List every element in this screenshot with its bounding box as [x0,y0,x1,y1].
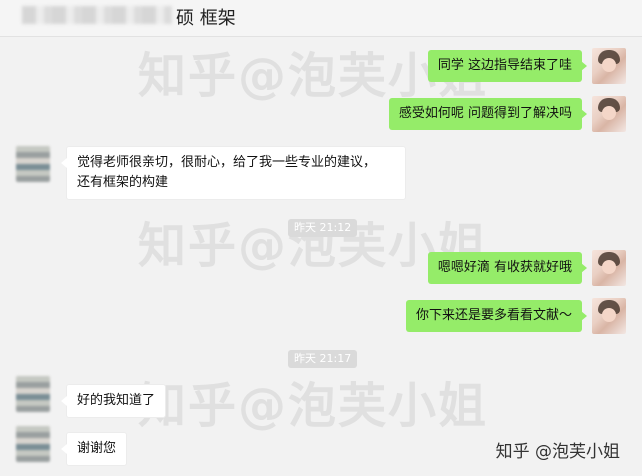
chat-header: 硕 框架 [0,0,642,37]
chat-title: 硕 框架 [176,8,236,29]
timestamp: 昨天 21:12 [288,219,358,237]
brand-watermark: 知乎 @泡芙小姐 [495,442,620,462]
my-avatar[interactable] [592,48,626,84]
my-avatar[interactable] [592,250,626,286]
watermark: 知乎@泡芙小姐 [138,378,489,434]
contact-avatar[interactable] [16,146,50,182]
contact-avatar[interactable] [16,426,50,462]
received-message-line: 觉得老师很亲切，很耐心，给了我一些专业的建议， [77,155,377,170]
timestamp: 昨天 21:17 [288,350,358,368]
my-avatar[interactable] [592,298,626,334]
received-message[interactable]: 觉得老师很亲切，很耐心，给了我一些专业的建议， 还有框架的构建 [61,146,406,200]
contact-avatar[interactable] [16,376,50,412]
sent-message[interactable]: 同学 这边指导结束了哇 [427,50,588,82]
sent-message[interactable]: 嗯嗯好滴 有收获就好哦 [427,252,588,284]
received-message[interactable]: 谢谢您 [60,432,128,466]
blurred-contact-name [22,6,172,24]
received-message-line: 还有框架的构建 [77,175,169,190]
my-avatar[interactable] [592,96,626,132]
received-message[interactable]: 好的我知道了 [60,384,167,418]
sent-message[interactable]: 感受如何呢 问题得到了解决吗 [388,98,588,130]
sent-message[interactable]: 你下来还是要多看看文献～ [405,300,588,332]
